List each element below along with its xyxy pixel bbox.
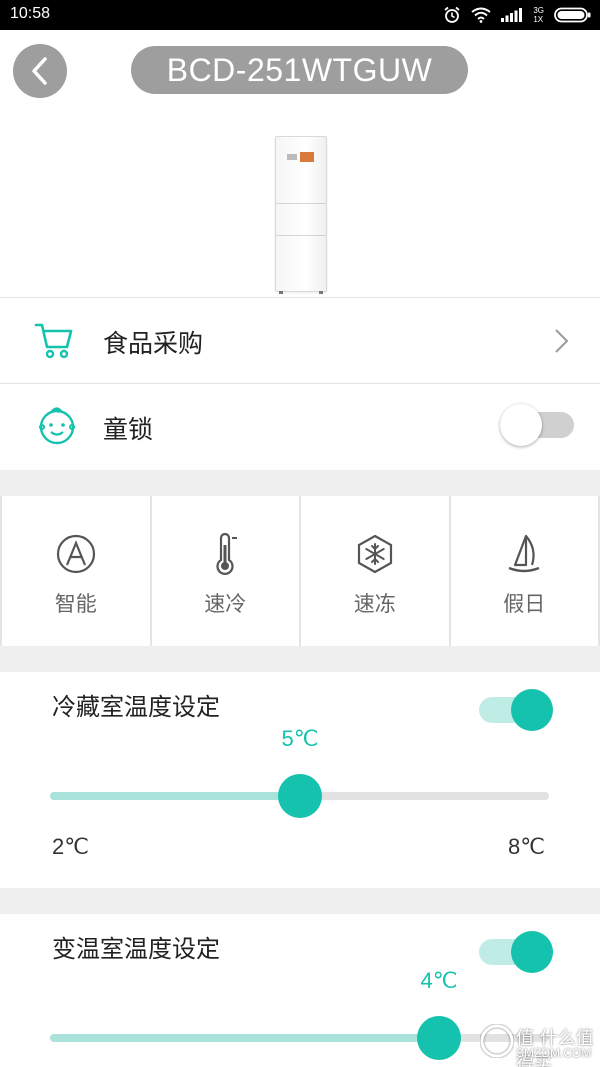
baby-face-icon bbox=[39, 407, 75, 445]
device-image-area bbox=[0, 114, 600, 297]
refrigerator-image bbox=[275, 136, 327, 294]
mode-quick-cool-button[interactable]: 速冷 bbox=[151, 496, 299, 646]
circle-a-icon bbox=[56, 534, 95, 574]
fridge-temp-max-label: 8℃ bbox=[508, 834, 545, 859]
fridge-temp-value: 5℃ bbox=[281, 726, 319, 751]
mode-grid: 智能 速冷 速冻 假日 bbox=[0, 496, 600, 646]
section-divider bbox=[0, 646, 600, 672]
mode-smart-button[interactable]: 智能 bbox=[2, 496, 150, 646]
battery-icon bbox=[554, 7, 591, 23]
alarm-icon bbox=[444, 6, 460, 23]
watermark-url: SMZDM.COM bbox=[516, 1046, 592, 1060]
network-type-bottom: 1X bbox=[533, 15, 544, 24]
network-type: 3G 1X bbox=[533, 6, 544, 24]
sailboat-icon bbox=[508, 534, 540, 573]
variable-slider-thumb[interactable] bbox=[417, 1016, 461, 1060]
fridge-temp-toggle[interactable] bbox=[479, 689, 553, 731]
fridge-temp-slider[interactable]: 5℃ bbox=[50, 726, 549, 818]
fridge-temp-min-label: 2℃ bbox=[52, 834, 89, 859]
food-shopping-label: 食品采购 bbox=[103, 329, 204, 358]
variable-temp-title: 变温室温度设定 bbox=[52, 935, 220, 963]
mode-smart-label: 智能 bbox=[54, 592, 97, 616]
variable-temp-slider[interactable]: 4℃ bbox=[50, 968, 549, 1060]
status-time: 10:58 bbox=[10, 5, 51, 22]
section-divider bbox=[0, 470, 600, 496]
device-model-title: BCD-251WTGUW bbox=[131, 46, 468, 94]
fridge-slider-fill bbox=[50, 792, 300, 800]
mode-quick-freeze-label: 速冻 bbox=[353, 592, 396, 616]
variable-temp-value: 4℃ bbox=[420, 968, 458, 993]
wifi-icon bbox=[471, 7, 491, 23]
variable-slider-fill bbox=[50, 1034, 439, 1042]
fridge-temp-title: 冷藏室温度设定 bbox=[52, 693, 220, 721]
variable-temp-toggle[interactable] bbox=[479, 931, 553, 973]
child-lock-label: 童锁 bbox=[103, 415, 154, 444]
chevron-right-icon bbox=[555, 329, 569, 353]
section-divider bbox=[0, 888, 600, 914]
status-bar: 10:58 3G 1X bbox=[0, 0, 600, 30]
back-button[interactable] bbox=[13, 44, 67, 98]
watermark-logo-icon bbox=[480, 1024, 514, 1058]
mode-holiday-button[interactable]: 假日 bbox=[450, 496, 598, 646]
mode-quick-freeze-button[interactable]: 速冻 bbox=[301, 496, 449, 646]
mode-quick-cool-label: 速冷 bbox=[204, 592, 247, 616]
thermometer-icon bbox=[216, 533, 238, 575]
network-type-top: 3G bbox=[533, 6, 544, 15]
status-icons: 3G 1X bbox=[443, 4, 592, 26]
fridge-temp-section: 冷藏室温度设定 5℃ 2℃ 8℃ bbox=[0, 672, 600, 888]
food-shopping-row[interactable]: 食品采购 bbox=[0, 297, 600, 383]
chevron-left-icon bbox=[32, 57, 47, 85]
mode-holiday-label: 假日 bbox=[503, 592, 546, 616]
site-watermark: 值 什么值得买 SMZDM.COM bbox=[476, 1018, 600, 1067]
child-lock-row: 童锁 bbox=[0, 383, 600, 470]
signal-icon bbox=[501, 8, 523, 22]
app-header: BCD-251WTGUW bbox=[0, 30, 600, 114]
shopping-cart-icon bbox=[34, 323, 73, 359]
snowflake-hex-icon bbox=[357, 534, 392, 574]
fridge-slider-thumb[interactable] bbox=[278, 774, 322, 818]
child-lock-toggle[interactable] bbox=[500, 404, 574, 446]
